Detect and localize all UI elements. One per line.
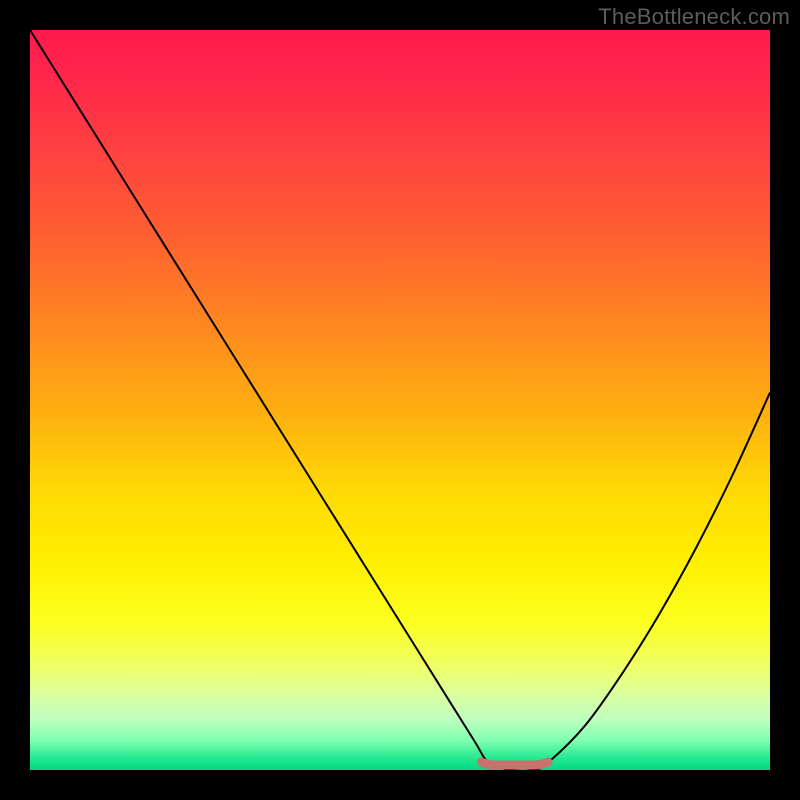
- watermark-text: TheBottleneck.com: [598, 4, 790, 30]
- chart-frame: TheBottleneck.com: [0, 0, 800, 800]
- plot-area: [30, 30, 770, 770]
- chart-svg: [30, 30, 770, 770]
- bottleneck-curve: [30, 30, 770, 771]
- optimal-range-marker: [481, 762, 548, 765]
